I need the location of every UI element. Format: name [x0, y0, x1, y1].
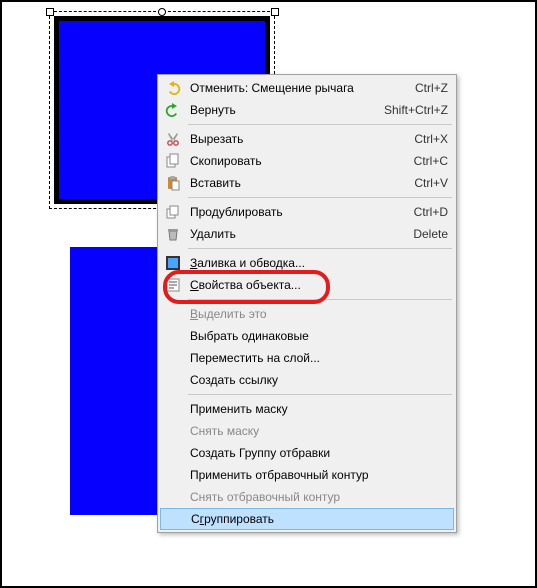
menu-paste-shortcut: Ctrl+V	[414, 176, 448, 190]
menu-cut-label: Вырезать	[190, 132, 402, 146]
menu-duplicate-label: Продублировать	[190, 205, 402, 219]
menu-copy-shortcut: Ctrl+C	[414, 154, 448, 168]
menu-select-this: Выделить это	[160, 303, 454, 325]
menu-make-link[interactable]: Создать ссылку	[160, 369, 454, 391]
menu-delete-label: Удалить	[190, 227, 401, 241]
menu-fill-stroke[interactable]: Заливка и обводка...	[160, 252, 454, 274]
selection-handle-tr[interactable]	[271, 8, 279, 16]
menu-separator	[188, 299, 452, 300]
fill-stroke-icon	[164, 254, 182, 272]
menu-undo-label: Отменить: Смещение рычага	[190, 81, 403, 95]
menu-group[interactable]: Сгруппировать	[160, 508, 454, 530]
menu-cut-shortcut: Ctrl+X	[414, 132, 448, 146]
menu-move-to-layer[interactable]: Переместить на слой...	[160, 347, 454, 369]
context-menu: Отменить: Смещение рычага Ctrl+Z Вернуть…	[157, 74, 457, 533]
menu-create-clip-group[interactable]: Создать Группу отбравки	[160, 442, 454, 464]
menu-release-clip-label: Снять отбравочный контур	[190, 490, 448, 504]
menu-fill-stroke-label: Заливка и обводка...	[190, 256, 448, 270]
paste-icon	[164, 174, 182, 192]
menu-redo[interactable]: Вернуть Shift+Ctrl+Z	[160, 99, 454, 121]
menu-undo[interactable]: Отменить: Смещение рычага Ctrl+Z	[160, 77, 454, 99]
menu-apply-clip-label: Применить отбравочный контур	[190, 468, 448, 482]
menu-separator	[188, 197, 452, 198]
selection-handle-tm[interactable]	[158, 8, 166, 16]
menu-delete-shortcut: Delete	[413, 227, 448, 241]
menu-cut[interactable]: Вырезать Ctrl+X	[160, 128, 454, 150]
menu-paste-label: Вставить	[190, 176, 402, 190]
menu-delete[interactable]: Удалить Delete	[160, 223, 454, 245]
menu-separator	[188, 124, 452, 125]
menu-separator	[188, 248, 452, 249]
menu-group-label: Сгруппировать	[191, 512, 447, 526]
menu-release-mask: Снять маску	[160, 420, 454, 442]
menu-redo-shortcut: Shift+Ctrl+Z	[384, 103, 448, 117]
menu-duplicate[interactable]: Продублировать Ctrl+D	[160, 201, 454, 223]
properties-icon	[164, 276, 182, 294]
menu-select-this-label: Выделить это	[190, 307, 448, 321]
menu-apply-mask-label: Применить маску	[190, 402, 448, 416]
menu-copy-label: Скопировать	[190, 154, 402, 168]
copy-icon	[164, 152, 182, 170]
menu-duplicate-shortcut: Ctrl+D	[414, 205, 448, 219]
redo-icon	[164, 101, 182, 119]
menu-select-same[interactable]: Выбрать одинаковые	[160, 325, 454, 347]
undo-icon	[164, 79, 182, 97]
menu-release-mask-label: Снять маску	[190, 424, 448, 438]
menu-apply-mask[interactable]: Применить маску	[160, 398, 454, 420]
menu-create-clip-group-label: Создать Группу отбравки	[190, 446, 448, 460]
menu-move-to-layer-label: Переместить на слой...	[190, 351, 448, 365]
menu-release-clip: Снять отбравочный контур	[160, 486, 454, 508]
menu-apply-clip[interactable]: Применить отбравочный контур	[160, 464, 454, 486]
selection-handle-tl[interactable]	[46, 8, 54, 16]
menu-separator	[188, 394, 452, 395]
menu-select-same-label: Выбрать одинаковые	[190, 329, 448, 343]
duplicate-icon	[164, 203, 182, 221]
menu-redo-label: Вернуть	[190, 103, 372, 117]
menu-paste[interactable]: Вставить Ctrl+V	[160, 172, 454, 194]
menu-undo-shortcut: Ctrl+Z	[415, 81, 448, 95]
menu-make-link-label: Создать ссылку	[190, 373, 448, 387]
trash-icon	[164, 225, 182, 243]
cut-icon	[164, 130, 182, 148]
menu-object-properties[interactable]: Свойства объекта...	[160, 274, 454, 296]
menu-object-properties-label: Свойства объекта...	[190, 278, 448, 292]
menu-copy[interactable]: Скопировать Ctrl+C	[160, 150, 454, 172]
